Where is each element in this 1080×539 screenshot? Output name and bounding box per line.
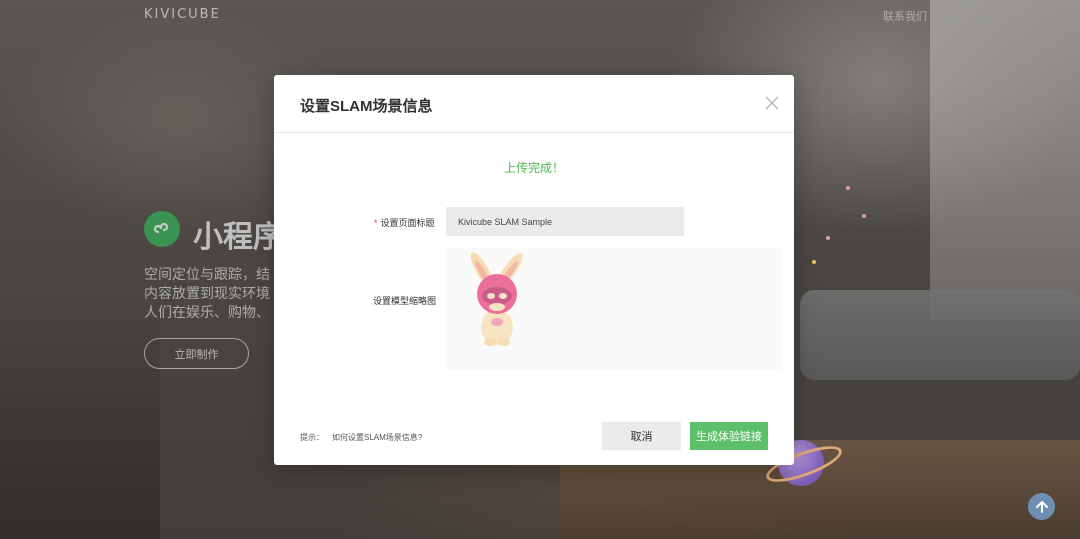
required-mark: * [374, 218, 378, 228]
arrow-up-icon [1035, 500, 1048, 513]
hint-help-link[interactable]: 如何设置SLAM场景信息? [332, 433, 422, 442]
decoration-dot [812, 260, 816, 264]
hint-prefix: 提示： [300, 433, 324, 442]
decoration-dot [862, 214, 866, 218]
scroll-to-top-button[interactable] [1028, 493, 1055, 520]
page-title-label: * 设置页面标题 [374, 216, 435, 229]
decoration-dot [826, 236, 830, 240]
cancel-button[interactable]: 取消 [602, 422, 681, 450]
slam-settings-dialog: 设置SLAM场景信息 上传完成！ *设置页面标题 设置模型缩略图 提示： 如何设置… [274, 75, 794, 465]
close-icon[interactable] [764, 95, 780, 111]
hint-text: 提示： 如何设置SLAM场景信息? [300, 432, 422, 443]
page-title-input[interactable] [446, 207, 684, 236]
model-thumbnail-image[interactable] [452, 252, 542, 347]
thumbnail-label: 设置模型缩略图 [373, 296, 437, 306]
decoration-dot [846, 186, 850, 190]
dialog-title: 设置SLAM场景信息 [300, 98, 433, 115]
upload-status: 上传完成！ [503, 161, 564, 175]
generate-link-button[interactable]: 生成体验链接 [690, 422, 768, 450]
dialog-header: 设置SLAM场景信息 [274, 75, 794, 133]
page-title-label-text: 设置页面标题 [380, 218, 435, 228]
